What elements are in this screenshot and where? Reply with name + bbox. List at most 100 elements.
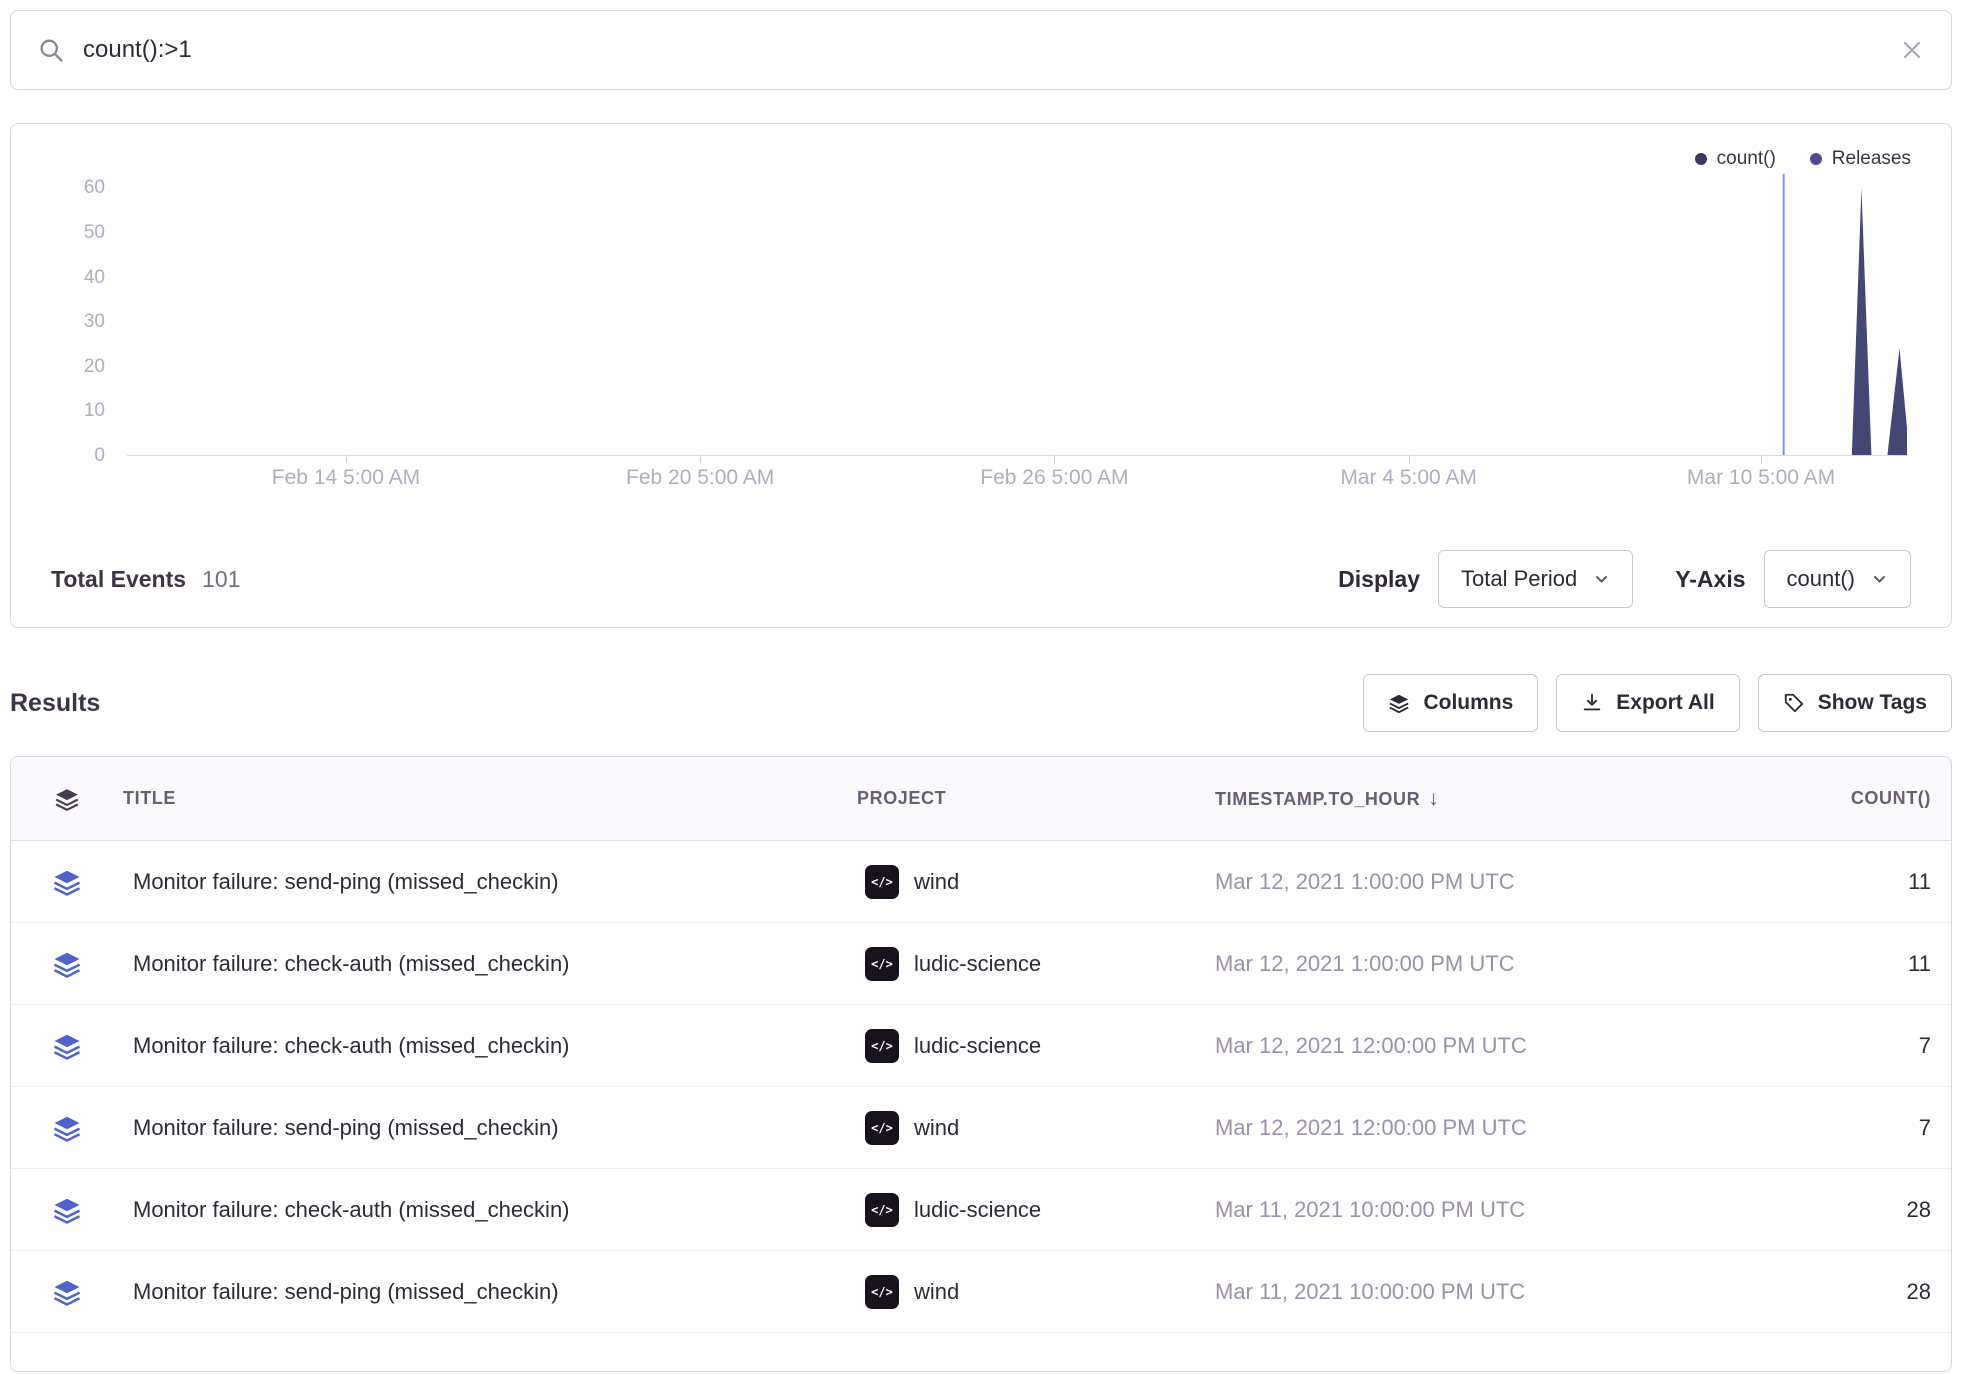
code-badge-icon: </> (865, 1029, 899, 1063)
table-row[interactable]: Monitor failure: send-ping (missed_check… (11, 841, 1951, 923)
table-row[interactable]: Monitor failure: check-auth (missed_chec… (11, 1005, 1951, 1087)
code-badge-icon: </> (865, 1193, 899, 1227)
close-icon[interactable] (1899, 37, 1925, 63)
events-chart-panel: count() Releases 0 10 20 30 40 50 60 Feb 14 5:… (10, 123, 1952, 628)
row-count: 28 (1775, 1197, 1951, 1223)
legend-label: count() (1717, 148, 1776, 170)
show-tags-button[interactable]: Show Tags (1758, 674, 1952, 732)
y-axis-label: Y-Axis (1675, 566, 1745, 593)
project-name: ludic-science (914, 1033, 1041, 1059)
x-tick-mark (1409, 455, 1410, 463)
count-series-svg (127, 166, 1907, 455)
y-tick-label: 40 (49, 267, 105, 289)
x-tick-mark (346, 455, 347, 463)
row-timestamp: Mar 12, 2021 12:00:00 PM UTC (1215, 1033, 1775, 1059)
sort-desc-icon: ↓ (1428, 787, 1439, 810)
export-all-button-label: Export All (1616, 691, 1714, 715)
x-tick-mark (1054, 455, 1055, 463)
y-axis-labels: 0102030405060 (49, 166, 105, 456)
row-count: 7 (1775, 1033, 1951, 1059)
x-tick-label: Feb 26 5:00 AM (980, 466, 1128, 490)
table-row[interactable]: Monitor failure: check-auth (missed_chec… (11, 1169, 1951, 1251)
y-tick-label: 20 (49, 356, 105, 378)
count-series-area (127, 188, 1907, 455)
row-title[interactable]: Monitor failure: send-ping (missed_check… (123, 1115, 857, 1141)
export-all-button[interactable]: Export All (1556, 674, 1739, 732)
display-dropdown[interactable]: Total Period (1438, 550, 1633, 608)
legend-item-count[interactable]: count() (1695, 148, 1776, 170)
table-filler (11, 1333, 1951, 1371)
x-tick-label: Feb 20 5:00 AM (626, 466, 774, 490)
layers-icon (1388, 692, 1410, 714)
header-count[interactable]: COUNT() (1775, 788, 1951, 809)
table-row[interactable]: Monitor failure: send-ping (missed_check… (11, 1087, 1951, 1169)
row-title[interactable]: Monitor failure: send-ping (missed_check… (123, 869, 857, 895)
display-dropdown-value: Total Period (1461, 566, 1577, 592)
legend-dot (1695, 153, 1707, 165)
y-axis-dropdown-value: count() (1787, 566, 1855, 592)
row-project: </> ludic-science (857, 947, 1215, 981)
row-title[interactable]: Monitor failure: check-auth (missed_chec… (123, 1197, 857, 1223)
project-name: ludic-science (914, 1197, 1041, 1223)
total-events-value: 101 (202, 566, 240, 593)
row-timestamp: Mar 11, 2021 10:00:00 PM UTC (1215, 1197, 1775, 1223)
table-row[interactable]: Monitor failure: check-auth (missed_chec… (11, 923, 1951, 1005)
search-icon (37, 36, 65, 64)
row-title[interactable]: Monitor failure: send-ping (missed_check… (123, 1279, 857, 1305)
stack-icon (11, 786, 123, 812)
x-tick-mark (700, 455, 701, 463)
layers-icon (11, 1277, 123, 1307)
show-tags-button-label: Show Tags (1818, 691, 1927, 715)
row-title[interactable]: Monitor failure: check-auth (missed_chec… (123, 1033, 857, 1059)
project-name: wind (914, 1279, 959, 1305)
row-timestamp: Mar 12, 2021 1:00:00 PM UTC (1215, 951, 1775, 977)
header-project[interactable]: PROJECT (857, 788, 1215, 809)
x-axis-labels: Feb 14 5:00 AM Feb 20 5:00 AM Feb 26 5:00 … (127, 466, 1907, 496)
y-tick-label: 60 (49, 177, 105, 199)
x-tick-label: Mar 10 5:00 AM (1687, 466, 1835, 490)
code-badge-icon: </> (865, 1275, 899, 1309)
y-axis-dropdown[interactable]: count() (1764, 550, 1911, 608)
columns-button[interactable]: Columns (1363, 674, 1538, 732)
row-timestamp: Mar 12, 2021 12:00:00 PM UTC (1215, 1115, 1775, 1141)
row-title[interactable]: Monitor failure: check-auth (missed_chec… (123, 951, 857, 977)
y-tick-label: 0 (49, 445, 105, 467)
layers-icon (11, 1195, 123, 1225)
search-bar[interactable]: count():>1 (10, 10, 1952, 90)
results-heading: Results (10, 689, 100, 718)
chart-footer: Total Events 101 Display Total Period Y-… (11, 550, 1951, 608)
download-icon (1581, 692, 1603, 714)
project-name: ludic-science (914, 951, 1041, 977)
plot (127, 166, 1907, 456)
layers-icon (11, 949, 123, 979)
display-label: Display (1338, 566, 1420, 593)
project-name: wind (914, 1115, 959, 1141)
row-count: 11 (1775, 869, 1951, 895)
row-project: </> wind (857, 865, 1215, 899)
y-tick-label: 10 (49, 400, 105, 422)
x-tick-label: Mar 4 5:00 AM (1340, 466, 1477, 490)
x-tick-mark (1761, 455, 1762, 463)
chart-area: 0102030405060 (49, 166, 1907, 456)
table-header-row: TITLE PROJECT TIMESTAMP.TO_HOUR↓ COUNT() (11, 757, 1951, 841)
y-tick-label: 50 (49, 222, 105, 244)
row-project: </> ludic-science (857, 1193, 1215, 1227)
layers-icon (11, 1113, 123, 1143)
header-title[interactable]: TITLE (123, 788, 857, 809)
columns-button-label: Columns (1423, 691, 1513, 715)
table-row[interactable]: Monitor failure: send-ping (missed_check… (11, 1251, 1951, 1333)
row-timestamp: Mar 12, 2021 1:00:00 PM UTC (1215, 869, 1775, 895)
row-count: 28 (1775, 1279, 1951, 1305)
chart-legend: count() Releases (1695, 148, 1911, 170)
legend-item-releases[interactable]: Releases (1810, 148, 1911, 170)
x-tick-label: Feb 14 5:00 AM (272, 466, 420, 490)
chevron-down-icon (1593, 571, 1610, 587)
row-project: </> ludic-science (857, 1029, 1215, 1063)
chevron-down-icon (1871, 571, 1888, 587)
row-project: </> wind (857, 1111, 1215, 1145)
total-events-label: Total Events (51, 566, 186, 593)
legend-label: Releases (1832, 148, 1911, 170)
y-tick-label: 30 (49, 311, 105, 333)
search-input[interactable]: count():>1 (83, 36, 192, 64)
header-timestamp[interactable]: TIMESTAMP.TO_HOUR↓ (1215, 787, 1775, 811)
